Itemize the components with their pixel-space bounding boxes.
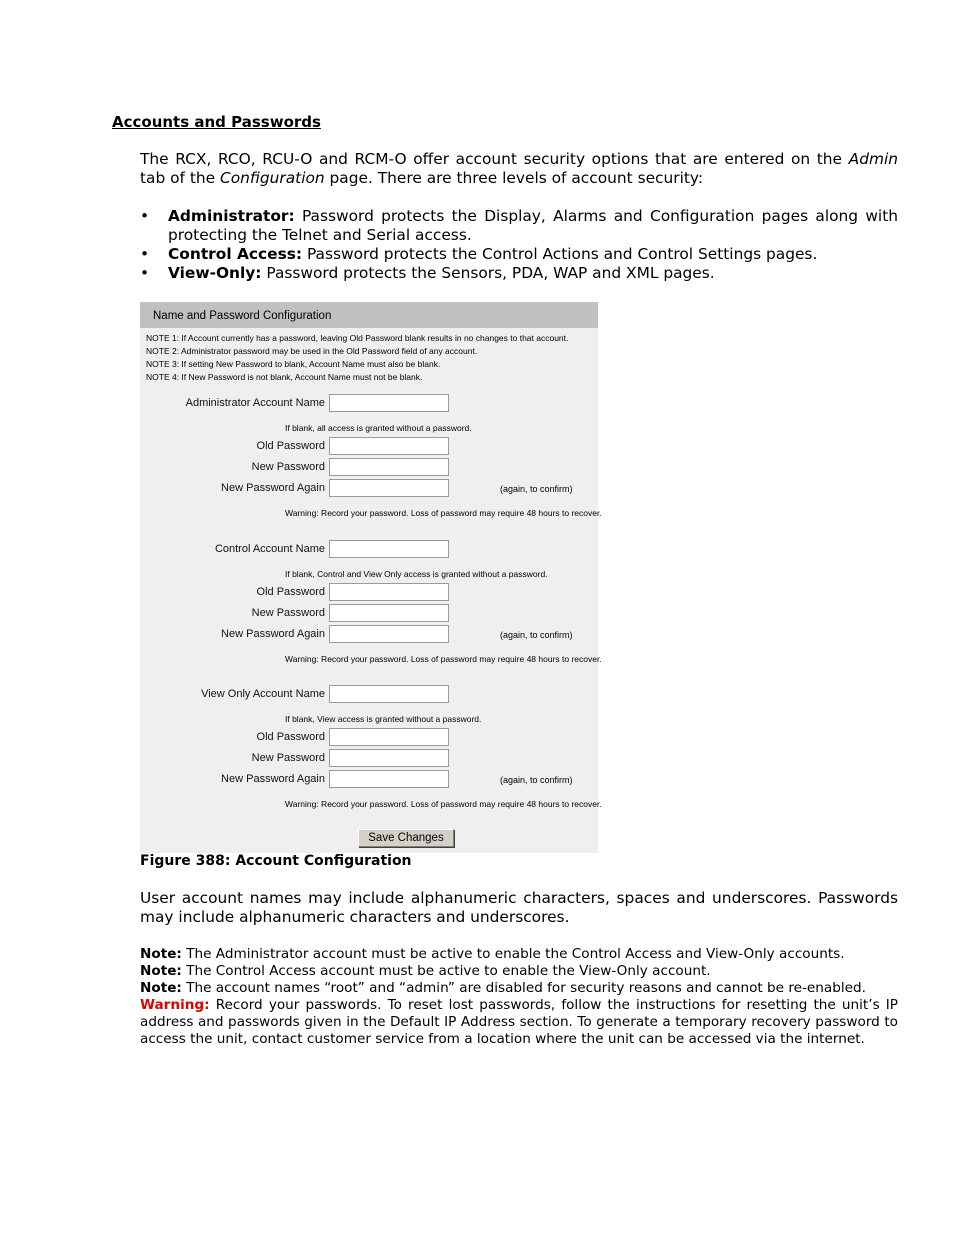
viewonly-again-label: New Password Again [221,773,325,785]
intro-config-em: Configuration [220,169,325,187]
admin-again-password-input[interactable] [329,479,449,497]
note-disabled-names: Note: The account names “root” and “admi… [140,980,898,997]
viewonly-again-row: New Password Again (again, to confirm) [140,770,598,790]
viewonly-old-row: Old Password [140,728,598,748]
bullet-icon: • [140,207,150,225]
control-old-label: Old Password [256,586,325,598]
admin-old-row: Old Password [140,437,598,457]
viewonly-new-row: New Password [140,749,598,769]
admin-new-row: New Password [140,458,598,478]
save-changes-button[interactable]: Save Changes [358,829,454,847]
list-item-control-access: • Control Access: Password protects the C… [140,245,898,264]
control-new-row: New Password [140,604,598,624]
control-blank-hint: If blank, Control and View Only access i… [285,569,548,579]
figure-notes: NOTE 1: If Account currently has a passw… [140,328,598,384]
control-again-row: New Password Again (again, to confirm) [140,625,598,645]
note-text: The Administrator account must be active… [181,946,845,962]
intro-paragraph: The RCX, RCO, RCU-O and RCM-O offer acco… [140,150,898,188]
account-names-paragraph: User account names may include alphanume… [140,889,898,926]
security-levels-list: • Administrator: Password protects the Di… [140,207,898,283]
note-text: The Control Access account must be activ… [181,963,711,979]
viewonly-blank-hint: If blank, View access is granted without… [285,714,482,724]
bullet-term: View-Only: [168,264,262,282]
admin-old-label: Old Password [256,440,325,452]
viewonly-account-label: View Only Account Name [201,688,325,700]
intro-text: tab of the [140,169,221,187]
control-account-row: Control Account Name [140,540,598,560]
viewonly-again-password-input[interactable] [329,770,449,788]
admin-new-password-input[interactable] [329,458,449,476]
note-control-active: Note: The Control Access account must be… [140,963,898,980]
list-item-administrator: • Administrator: Password protects the Di… [140,207,898,245]
account-config-figure: Name and Password Configuration NOTE 1: … [140,302,602,853]
admin-account-label: Administrator Account Name [185,397,325,409]
control-account-input[interactable] [329,540,449,558]
note-1: NOTE 1: If Account currently has a passw… [146,333,569,343]
bullet-term: Control Access: [168,245,303,263]
note-admin-active: Note: The Administrator account must be … [140,946,898,963]
admin-old-password-input[interactable] [329,437,449,455]
list-item-view-only: • View-Only: Password protects the Sensor… [140,264,898,283]
warning-label: Warning: [140,997,210,1013]
admin-account-row: Administrator Account Name [140,394,598,414]
control-new-password-input[interactable] [329,604,449,622]
notes-block: Note: The Administrator account must be … [140,946,898,1048]
bullet-text: Password protects the Sensors, PDA, WAP … [261,264,715,282]
warning-text: Record your passwords. To reset lost pas… [140,997,898,1047]
intro-text: The RCX, RCO, RCU-O and RCM-O offer acco… [140,150,849,168]
warning-paragraph: Warning: Record your passwords. To reset… [140,997,898,1048]
control-account-label: Control Account Name [214,543,325,555]
control-warning: Warning: Record your password. Loss of p… [285,654,602,664]
note-2: NOTE 2: Administrator password may be us… [146,346,478,356]
admin-confirm-hint: (again, to confirm) [500,484,573,494]
bullet-icon: • [140,245,150,263]
control-again-label: New Password Again [221,628,325,640]
control-new-label: New Password [251,607,325,619]
admin-again-row: New Password Again (again, to confirm) [140,479,598,499]
note-text: The account names “root” and “admin” are… [181,980,866,996]
viewonly-account-input[interactable] [329,685,449,703]
bullet-term: Administrator: [168,207,295,225]
admin-new-label: New Password [251,461,325,473]
admin-warning: Warning: Record your password. Loss of p… [285,508,602,518]
control-again-password-input[interactable] [329,625,449,643]
control-old-row: Old Password [140,583,598,603]
viewonly-confirm-hint: (again, to confirm) [500,775,573,785]
viewonly-new-password-input[interactable] [329,749,449,767]
note-label: Note: [140,946,182,962]
note-3: NOTE 3: If setting New Password to blank… [146,359,441,369]
figure-title: Name and Password Configuration [140,302,598,328]
intro-admin-em: Admin [848,150,898,168]
viewonly-new-label: New Password [251,752,325,764]
intro-text: page. There are three levels of account … [324,169,704,187]
section-heading: Accounts and Passwords [112,113,321,131]
note-label: Note: [140,963,182,979]
viewonly-old-label: Old Password [256,731,325,743]
viewonly-account-row: View Only Account Name [140,685,598,705]
control-confirm-hint: (again, to confirm) [500,630,573,640]
figure-caption: Figure 388: Account Configuration [140,853,412,869]
admin-blank-hint: If blank, all access is granted without … [285,423,472,433]
viewonly-old-password-input[interactable] [329,728,449,746]
control-old-password-input[interactable] [329,583,449,601]
note-4: NOTE 4: If New Password is not blank, Ac… [146,372,423,382]
admin-again-label: New Password Again [221,482,325,494]
bullet-icon: • [140,264,150,282]
note-label: Note: [140,980,182,996]
bullet-text: Password protects the Control Actions an… [302,245,818,263]
viewonly-warning: Warning: Record your password. Loss of p… [285,799,602,809]
admin-account-input[interactable] [329,394,449,412]
